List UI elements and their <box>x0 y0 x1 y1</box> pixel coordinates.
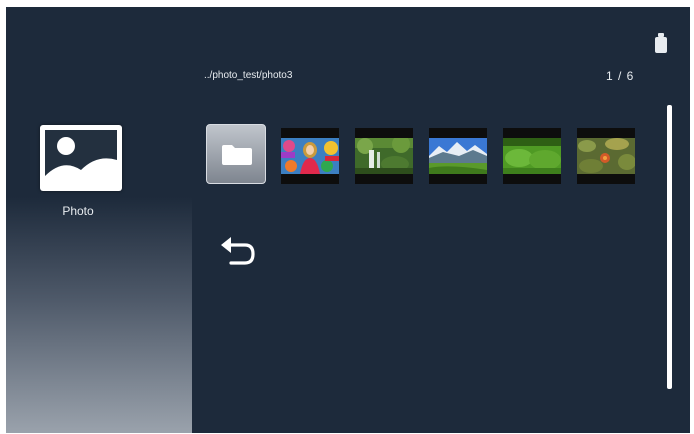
vertical-scrollbar[interactable] <box>667 105 672 389</box>
current-path: ../photo_test/photo3 <box>204 70 293 81</box>
photo-thumbnail-moss[interactable] <box>503 128 561 184</box>
photo-thumbnail-leaves[interactable] <box>577 128 635 184</box>
photo-thumbnail-mountain[interactable] <box>429 128 487 184</box>
page-counter: 1 / 6 <box>606 69 635 83</box>
back-button[interactable] <box>218 236 258 268</box>
photo-thumbnail-waterfall[interactable] <box>355 128 413 184</box>
photo-thumbnail-person[interactable] <box>281 128 339 184</box>
photo-icon[interactable] <box>40 125 122 191</box>
mountain-shape <box>45 158 117 186</box>
media-browser-screen: Photo ../photo_test/photo3 1 / 6 <box>6 7 690 433</box>
category-sidebar: Photo <box>6 7 192 433</box>
return-arrow-icon <box>221 237 255 265</box>
usb-drive-icon <box>655 33 667 53</box>
folder-icon <box>222 145 252 165</box>
folder-item[interactable] <box>206 124 266 184</box>
category-label: Photo <box>62 204 94 218</box>
